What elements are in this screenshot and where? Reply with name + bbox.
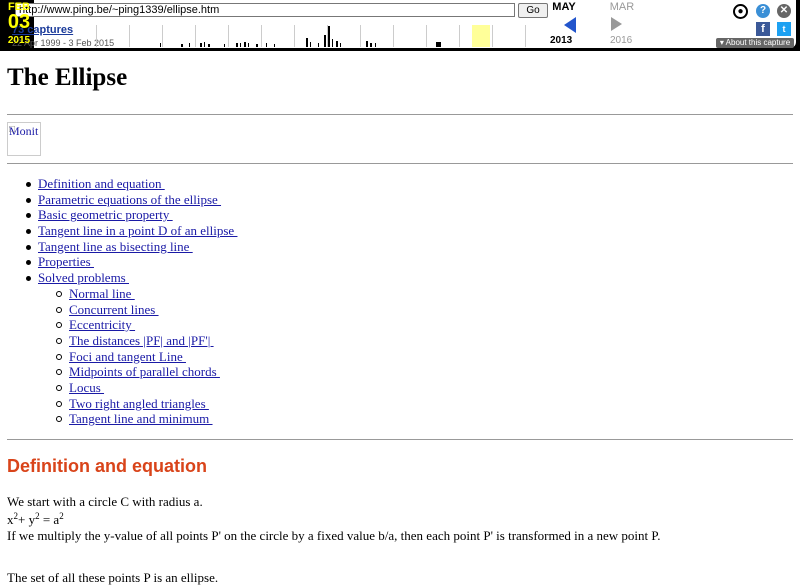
broken-image: □ Monit xyxy=(7,122,41,156)
toc-link-midpoints[interactable]: Midpoints of parallel chords xyxy=(69,364,220,379)
toc-subitem: Locus xyxy=(0,380,237,396)
paragraph-transform: If we multiply the y-value of all points… xyxy=(7,528,661,543)
prev-year-label[interactable]: 2013 xyxy=(550,35,572,46)
toc-link-foci-tangent[interactable]: Foci and tangent Line xyxy=(69,349,186,364)
toc-item: Parametric equations of the ellipse xyxy=(0,192,237,208)
section-heading: Definition and equation xyxy=(7,456,207,476)
toc-subitem: Normal line xyxy=(0,286,237,302)
about-capture-button[interactable]: ▾ About this capture xyxy=(716,38,794,48)
prev-month-label[interactable]: MAY xyxy=(544,1,584,13)
toc-link-definition[interactable]: Definition and equation xyxy=(38,176,165,191)
eq-plus: + y xyxy=(18,512,36,527)
paragraph-circle: We start with a circle C with radius a. xyxy=(7,494,203,509)
about-capture-label: About this capture xyxy=(725,38,791,47)
facebook-icon[interactable]: f xyxy=(756,22,770,36)
toc-link-distances[interactable]: The distances |PF| and |PF'| xyxy=(69,333,214,348)
broken-image-icon: □ xyxy=(9,124,16,135)
table-of-contents: Definition and equation Parametric equat… xyxy=(0,176,237,427)
toc-link-right-triangles[interactable]: Two right angled triangles xyxy=(69,396,209,411)
eq-sup: 2 xyxy=(59,511,64,521)
toc-link-properties[interactable]: Properties xyxy=(38,254,94,269)
toc-item: Tangent line in a point D of an ellipse xyxy=(0,223,237,239)
toc-link-concurrent-lines[interactable]: Concurrent lines xyxy=(69,302,159,317)
prev-capture-arrow-icon[interactable] xyxy=(564,17,576,33)
divider xyxy=(7,163,793,164)
toc-link-tangent-minimum[interactable]: Tangent line and minimum xyxy=(69,411,213,426)
close-icon[interactable]: ✕ xyxy=(777,4,791,18)
toc-link-tangent-point[interactable]: Tangent line in a point D of an ellipse xyxy=(38,223,237,238)
toc-subitem: Eccentricity xyxy=(0,317,237,333)
wayback-panel: http://www.ping.be/~ping1339/ellipse.htm… xyxy=(4,0,796,48)
toc-link-basic-property[interactable]: Basic geometric property xyxy=(38,207,173,222)
toc-subitem: Midpoints of parallel chords xyxy=(0,364,237,380)
toc-link-locus[interactable]: Locus xyxy=(69,380,104,395)
paragraph-ellipse: The set of all these points P is an elli… xyxy=(7,570,219,585)
equation: x2+ y2 = a2 xyxy=(7,512,64,528)
toc-subitem: Tangent line and minimum xyxy=(0,411,237,427)
toc-link-normal-line[interactable]: Normal line xyxy=(69,286,135,301)
eq-equals: = a xyxy=(39,512,60,527)
toc-link-solved-problems[interactable]: Solved problems xyxy=(38,270,129,285)
toc-subitem: Concurrent lines xyxy=(0,302,237,318)
current-year-highlight xyxy=(472,25,490,47)
next-year-label: 2016 xyxy=(610,35,633,46)
wayback-toolbar: http://www.ping.be/~ping1339/ellipse.htm… xyxy=(0,0,800,51)
capture-sparkline[interactable] xyxy=(96,21,548,47)
help-icon[interactable]: ? xyxy=(756,4,770,18)
twitter-icon[interactable]: t xyxy=(777,22,791,36)
toc-subitem: Two right angled triangles xyxy=(0,396,237,412)
current-year-label: 2015 xyxy=(7,35,31,46)
divider xyxy=(7,439,793,440)
current-day-label: 03 xyxy=(7,11,31,33)
toc-link-eccentricity[interactable]: Eccentricity xyxy=(69,317,135,332)
toc-item: Solved problems xyxy=(0,270,237,286)
next-capture-arrow-icon xyxy=(611,17,622,31)
toc-subitem: Foci and tangent Line xyxy=(0,349,237,365)
current-capture-box: FEB 03 2015 xyxy=(4,0,34,48)
toc-item: Definition and equation xyxy=(0,176,237,192)
user-icon[interactable]: ● xyxy=(733,4,748,19)
toc-link-parametric[interactable]: Parametric equations of the ellipse xyxy=(38,192,221,207)
divider xyxy=(7,114,793,115)
toc-subitem: The distances |PF| and |PF'| xyxy=(0,333,237,349)
toc-item: Tangent line as bisecting line xyxy=(0,239,237,255)
toc-item: Properties xyxy=(0,254,237,270)
page-title: The Ellipse xyxy=(7,64,128,91)
toc-item: Basic geometric property xyxy=(0,207,237,223)
next-month-label: MAR xyxy=(609,1,635,13)
url-input[interactable]: http://www.ping.be/~ping1339/ellipse.htm xyxy=(15,3,515,17)
toc-link-tangent-bisecting[interactable]: Tangent line as bisecting line xyxy=(38,239,193,254)
